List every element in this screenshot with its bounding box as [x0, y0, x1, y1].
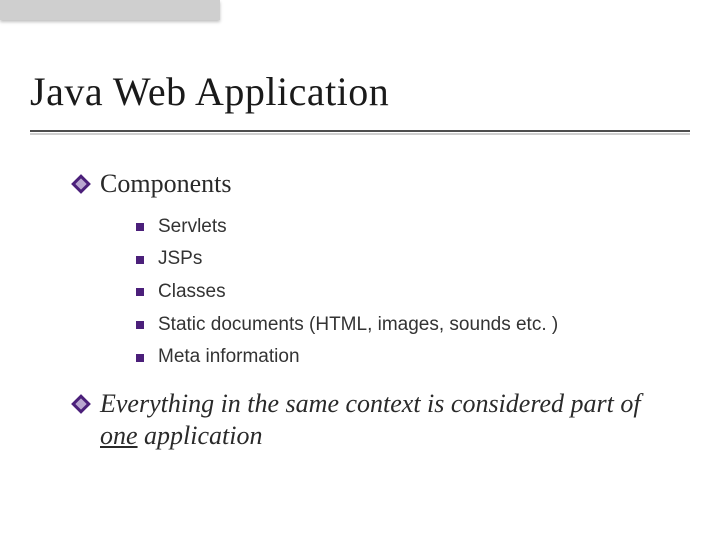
- bullet-level2: Classes: [136, 280, 680, 305]
- square-bullet-icon: [136, 256, 144, 264]
- square-bullet-icon: [136, 288, 144, 296]
- sub-bullet-list: Servlets JSPs Classes Static documents (…: [136, 215, 680, 370]
- bullet-text-italic: Everything in the same context is consid…: [100, 388, 680, 453]
- diamond-bullet-icon: [74, 397, 88, 411]
- slide-title: Java Web Application: [30, 68, 389, 115]
- text-run: Everything in the same context is consid…: [100, 389, 641, 418]
- bullet-text: Components: [100, 168, 231, 201]
- sub-bullet-text: Meta information: [158, 345, 300, 370]
- square-bullet-icon: [136, 321, 144, 329]
- title-underline: [30, 130, 690, 138]
- sub-bullet-text: Servlets: [158, 215, 227, 240]
- text-underlined: one: [100, 421, 138, 450]
- bullet-level2: Static documents (HTML, images, sounds e…: [136, 313, 680, 338]
- diamond-bullet-icon: [74, 177, 88, 191]
- square-bullet-icon: [136, 223, 144, 231]
- bullet-level2: Servlets: [136, 215, 680, 240]
- bullet-level2: Meta information: [136, 345, 680, 370]
- square-bullet-icon: [136, 354, 144, 362]
- slide: Java Web Application Components Servlets…: [0, 0, 720, 540]
- top-accent-bar: [0, 0, 220, 20]
- sub-bullet-text: Static documents (HTML, images, sounds e…: [158, 313, 558, 338]
- text-run: application: [138, 421, 263, 450]
- slide-body: Components Servlets JSPs Classes Static …: [74, 168, 680, 467]
- bullet-level1: Components: [74, 168, 680, 201]
- sub-bullet-text: Classes: [158, 280, 226, 305]
- bullet-level2: JSPs: [136, 247, 680, 272]
- sub-bullet-text: JSPs: [158, 247, 202, 272]
- bullet-level1: Everything in the same context is consid…: [74, 388, 680, 453]
